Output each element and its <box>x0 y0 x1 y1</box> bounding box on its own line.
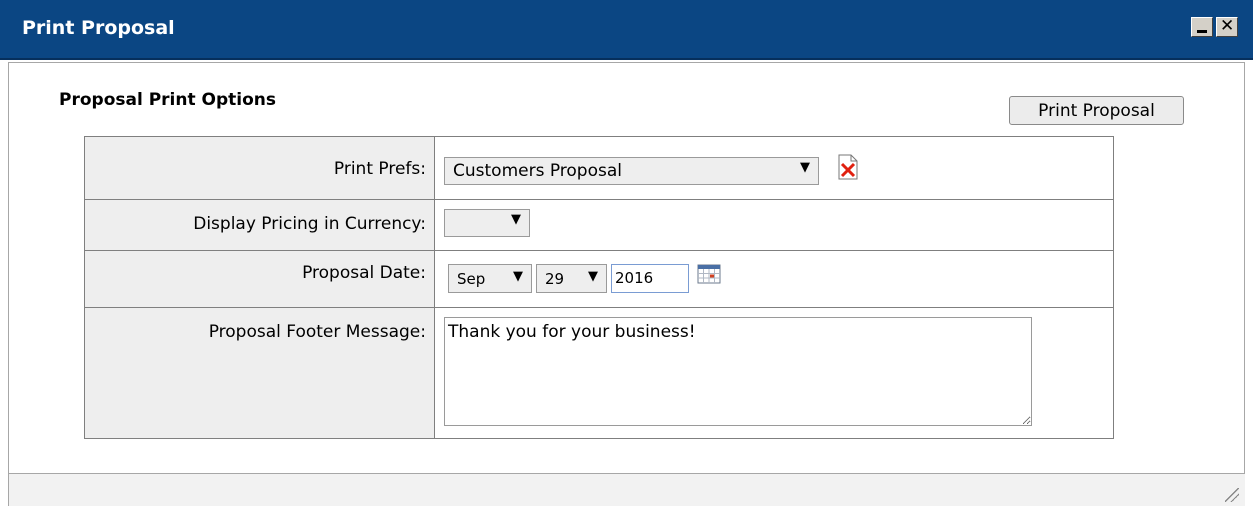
currency-select[interactable]: ▼ <box>444 209 530 237</box>
year-input[interactable]: 2016 <box>611 264 689 293</box>
month-value: Sep <box>457 270 486 288</box>
chevron-down-icon: ▼ <box>800 160 810 175</box>
calendar-icon[interactable] <box>697 264 721 284</box>
minimize-icon <box>1197 30 1207 33</box>
day-value: 29 <box>545 270 565 288</box>
close-icon: ✕ <box>1220 16 1235 36</box>
section-heading: Proposal Print Options <box>59 90 276 110</box>
row-footer-message: Proposal Footer Message: Thank you for y… <box>84 307 1114 439</box>
chevron-down-icon: ▼ <box>511 212 521 227</box>
row-proposal-date: Proposal Date: Sep ▼ 29 ▼ 2016 <box>84 250 1114 308</box>
close-button[interactable]: ✕ <box>1216 16 1238 37</box>
footer-message-label: Proposal Footer Message: <box>208 322 426 342</box>
print-prefs-select[interactable]: Customers Proposal ▼ <box>444 157 819 185</box>
print-options-table: Print Prefs: Customers Proposal ▼ Displa… <box>84 136 1114 439</box>
print-prefs-label: Print Prefs: <box>333 159 426 179</box>
chevron-down-icon: ▼ <box>513 269 523 284</box>
year-value: 2016 <box>615 269 654 287</box>
print-proposal-button[interactable]: Print Proposal <box>1009 96 1184 125</box>
footer-message-textarea[interactable]: Thank you for your business! <box>444 317 1032 426</box>
currency-label: Display Pricing in Currency: <box>193 214 426 234</box>
row-currency: Display Pricing in Currency: ▼ <box>84 199 1114 251</box>
delete-document-icon[interactable] <box>837 154 859 180</box>
resize-grip-icon[interactable] <box>1225 488 1239 502</box>
print-prefs-label-cell: Print Prefs: <box>84 136 435 200</box>
day-select[interactable]: 29 ▼ <box>536 264 607 293</box>
status-strip <box>8 474 1245 506</box>
row-print-prefs: Print Prefs: Customers Proposal ▼ <box>84 136 1114 200</box>
chevron-down-icon: ▼ <box>588 269 598 284</box>
window-titlebar: Print Proposal ✕ <box>0 0 1253 60</box>
window-title: Print Proposal <box>22 17 175 39</box>
month-select[interactable]: Sep ▼ <box>448 264 532 293</box>
print-prefs-value: Customers Proposal <box>453 161 622 181</box>
minimize-button[interactable] <box>1191 17 1213 37</box>
proposal-date-label: Proposal Date: <box>302 263 426 283</box>
